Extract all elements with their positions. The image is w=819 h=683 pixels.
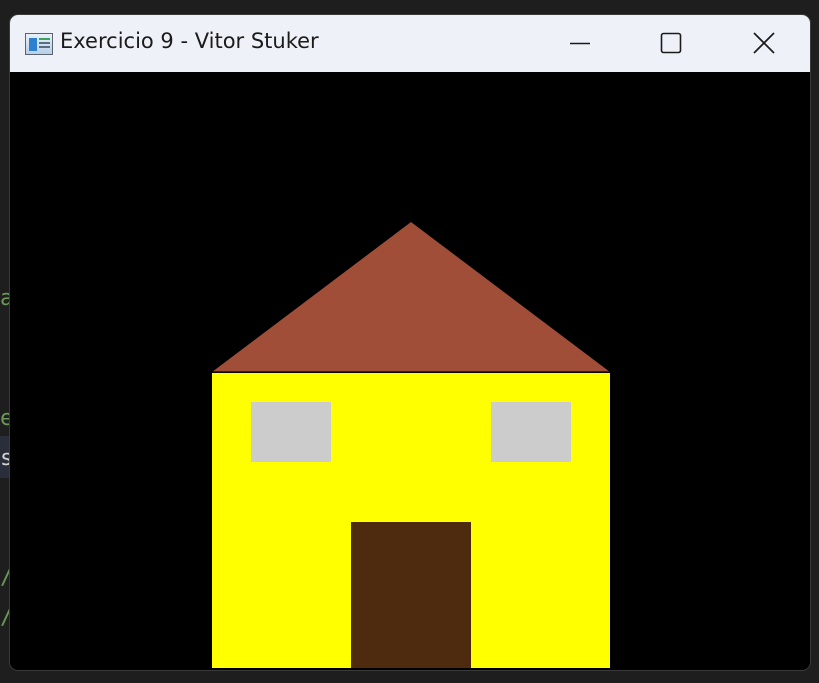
house-scene xyxy=(212,222,610,668)
house-roof xyxy=(212,222,610,372)
window-title: Exercicio 9 - Vitor Stuker xyxy=(60,29,319,53)
minimize-icon xyxy=(570,42,590,45)
app-window: Exercicio 9 - Vitor Stuker xyxy=(10,15,810,670)
title-bar[interactable]: Exercicio 9 - Vitor Stuker xyxy=(10,15,810,72)
close-button[interactable] xyxy=(716,15,810,72)
house-window-left xyxy=(251,402,331,462)
minimize-button[interactable] xyxy=(533,15,627,72)
maximize-icon xyxy=(660,32,682,54)
maximize-button[interactable] xyxy=(624,15,718,72)
house-door xyxy=(351,522,471,668)
house-window-right xyxy=(491,402,571,462)
close-icon xyxy=(753,32,775,54)
app-window-icon[interactable] xyxy=(25,33,53,55)
drawing-canvas[interactable] xyxy=(10,72,810,670)
